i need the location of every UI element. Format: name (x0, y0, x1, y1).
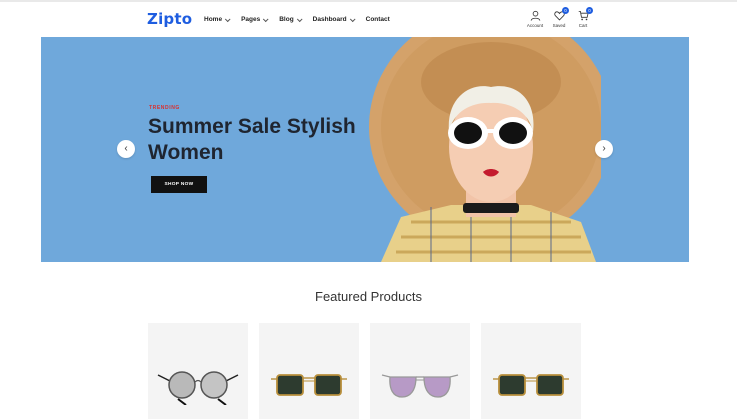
nav-contact[interactable]: Contact (366, 16, 390, 23)
product-card[interactable] (259, 323, 359, 419)
nav-home-label: Home (204, 16, 223, 23)
slider-prev-button[interactable]: ‹ (117, 140, 135, 158)
header-actions: Account Saved 0 Cart 0 (524, 7, 596, 28)
featured-products-heading: Featured Products (315, 289, 422, 304)
aviator-sunglasses-image (381, 374, 459, 398)
cart-button[interactable]: Cart 0 (572, 7, 594, 28)
product-card[interactable] (148, 323, 248, 419)
slider-next-button[interactable]: › (595, 140, 613, 158)
nav-pages[interactable]: Pages (241, 15, 269, 23)
product-card[interactable] (370, 323, 470, 419)
product-card[interactable] (481, 323, 581, 419)
site-header: Zipto Home Pages Blog Dashboard Contact … (0, 0, 737, 37)
chevron-left-icon: ‹ (124, 143, 128, 154)
account-button[interactable]: Account (524, 10, 546, 28)
chevron-right-icon: › (602, 143, 606, 154)
round-sunglasses-image (157, 371, 239, 405)
cart-count-badge: 0 (586, 7, 593, 14)
hero-title: Summer Sale Stylish Women (148, 115, 356, 164)
product-grid (148, 323, 592, 419)
chevron-down-icon (263, 15, 269, 22)
chevron-down-icon (224, 15, 231, 22)
saved-button[interactable]: Saved 0 (548, 7, 570, 28)
nav-contact-label: Contact (365, 16, 390, 23)
square-sunglasses-image (493, 374, 569, 396)
nav-blog[interactable]: Blog (279, 15, 303, 23)
nav-home[interactable]: Home (204, 15, 231, 23)
saved-count-badge: 0 (562, 7, 569, 14)
hero-eyebrow: TRENDING (149, 105, 180, 111)
saved-label: Saved (552, 23, 566, 28)
nav-pages-label: Pages (241, 16, 261, 23)
shop-now-button[interactable]: SHOP NOW (151, 176, 207, 193)
chevron-down-icon (349, 15, 356, 22)
nav-dashboard[interactable]: Dashboard (312, 15, 356, 23)
cart-label: Cart (578, 23, 588, 28)
main-nav: Home Pages Blog Dashboard Contact (204, 15, 402, 23)
chevron-down-icon (296, 15, 303, 22)
square-sunglasses-image (271, 374, 347, 396)
hero-slider: TRENDING Summer Sale Stylish Women SHOP … (41, 37, 689, 262)
account-label: Account (526, 23, 544, 28)
user-icon (530, 10, 540, 21)
nav-blog-label: Blog (279, 16, 294, 23)
site-logo[interactable]: Zipto (147, 10, 192, 28)
nav-dashboard-label: Dashboard (312, 16, 347, 23)
